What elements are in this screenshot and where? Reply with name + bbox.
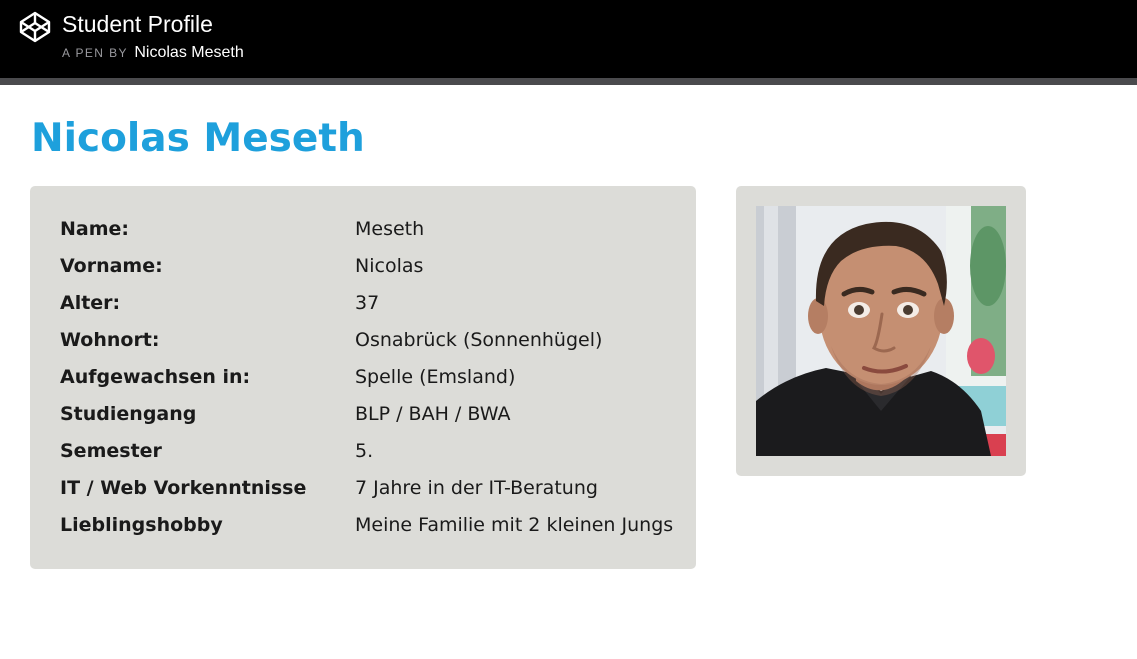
info-label: Semester [60,440,162,462]
info-label: Lieblingshobby [60,514,223,536]
profile-heading: Nicolas Meseth [31,116,365,161]
info-value: Spelle (Emsland) [355,366,516,388]
author-link[interactable]: Nicolas Meseth [134,44,243,61]
info-value: Nicolas [355,255,424,277]
info-value: 37 [355,292,380,314]
info-value: Osnabrück (Sonnenhügel) [355,329,603,351]
profile-photo-card [736,186,1026,476]
info-value: 7 Jahre in der IT-Beratung [355,477,598,499]
codepen-logo-icon[interactable] [18,10,52,44]
pen-title: Student Profile [62,11,213,37]
info-value: BLP / BAH / BWA [355,403,511,425]
info-label: IT / Web Vorkenntnisse [60,477,307,499]
info-label: Wohnort: [60,329,160,351]
top-bar: Student Profile A PEN BY Nicolas Meseth [0,0,1137,85]
pen-byline: A PEN BY Nicolas Meseth [62,44,244,62]
info-label: Aufgewachsen in: [60,366,251,388]
info-value: Meseth [355,218,425,240]
info-label: Studiengang [60,403,197,425]
info-value: Meine Familie mit 2 kleinen Jungs [355,514,674,536]
profile-info-card: Name: Meseth Vorname: Nicolas Alter: 37 … [30,186,696,569]
info-value: 5. [355,440,374,462]
profile-photo [756,206,1006,456]
info-label: Alter: [60,292,121,314]
info-label: Name: [60,218,130,240]
info-label: Vorname: [60,255,163,277]
byline-prefix: A PEN BY [62,46,128,60]
